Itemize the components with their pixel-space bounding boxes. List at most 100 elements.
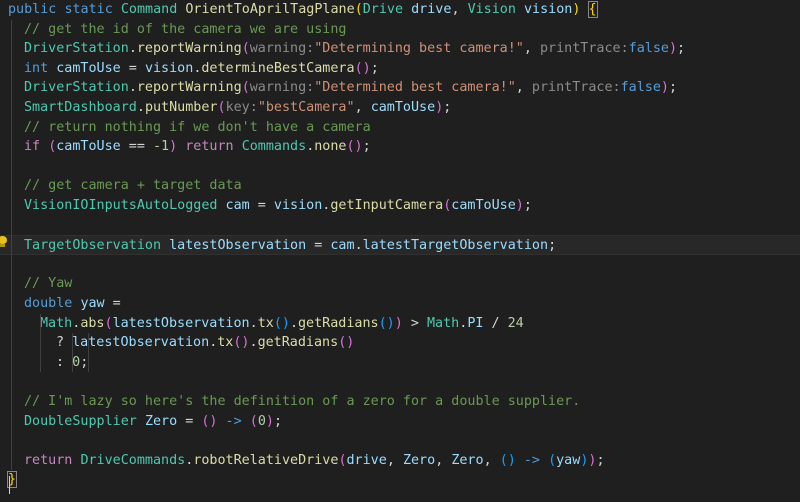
code-token: Commands [241,139,307,155]
code-token: yaw [80,296,105,311]
code-line-text: Math.abs(latestObservation.tx().getRadia… [40,314,524,334]
code-token: -> [217,413,250,429]
code-line[interactable]: DriverStation.reportWarning(warning:"Det… [0,39,800,59]
code-line[interactable]: // return nothing if we don't have a cam… [0,118,800,138]
code-token: ) [394,315,403,331]
code-line[interactable]: // Yaw [0,274,800,294]
code-token: ( [354,2,363,17]
code-token: robotRelativeDrive [193,452,339,468]
code-token: reportWarning [136,41,242,57]
code-line[interactable]: DoubleSupplier Zero = () -> (0); [0,412,800,432]
code-line-text: DriverStation.reportWarning(warning:"Det… [24,39,685,59]
code-line[interactable] [0,431,800,451]
code-line[interactable]: ? latestObservation.tx().getRadians() [0,333,800,353]
code-token: TargetObservation [24,238,170,254]
code-token: ) [660,80,669,96]
indent-guide [72,333,73,373]
code-line[interactable]: VisionIOInputsAutoLogged cam = vision.ge… [0,196,800,216]
code-token: tx [257,315,274,331]
code-token: 0 [72,354,81,370]
code-line[interactable]: public static Command OrientToAprilTagPl… [0,0,800,20]
code-token: ( [548,452,557,468]
code-token: drive [346,452,387,468]
code-token: . [354,238,363,254]
code-editor[interactable]: public static Command OrientToAprilTagPl… [0,0,800,502]
code-line[interactable]: int camToUse = vision.determineBestCamer… [0,59,800,79]
code-line[interactable]: // I'm lazy so here's the definition of … [0,392,800,412]
code-token: OrientToAprilTagPlane [185,2,355,17]
code-line-text: ? latestObservation.tx().getRadians() [56,333,354,353]
code-line[interactable] [0,216,800,236]
code-line-text: return DriveCommands.robotRelativeDrive(… [24,451,605,471]
code-token: : [56,354,73,370]
code-line-text: VisionIOInputsAutoLogged cam = vision.ge… [24,196,532,216]
code-line[interactable]: double yaw = [0,294,800,314]
code-token: = [177,413,202,429]
code-token: ) [515,198,524,213]
code-token: SmartDashboard [24,100,137,115]
code-token: warning: [249,41,315,57]
lightbulb-icon[interactable] [0,236,7,247]
code-token: latestObservation [169,238,307,254]
code-token: drive [411,2,452,17]
code-token: , [386,452,403,468]
code-line[interactable]: // get camera + target data [0,176,800,196]
code-token: // get the id of the camera we are using [24,21,347,37]
code-token: () [273,315,290,331]
code-token: ? [56,335,73,351]
code-token: VisionIOInputsAutoLogged [24,198,226,213]
code-token: . [128,80,137,96]
code-token: PI [467,315,484,331]
code-token: = [120,60,145,76]
code-token: reportWarning [136,80,242,96]
code-token: -1 [153,139,170,155]
code-line-text: // return nothing if we don't have a cam… [24,118,371,138]
code-line[interactable] [0,255,800,275]
code-token: = [249,198,274,213]
code-token: Drive [362,2,412,17]
code-token: / [483,315,508,331]
code-token: () [354,60,371,76]
code-token: latestObservation [72,335,210,351]
code-line-text: // get camera + target data [24,176,242,196]
code-token: () [499,452,516,468]
code-line-text: TargetObservation latestObservation = ca… [24,236,556,256]
code-line[interactable]: DriverStation.reportWarning(warning:"Det… [0,78,800,98]
code-token: . [128,41,137,57]
code-line[interactable] [0,157,800,177]
code-token: ; [668,80,678,96]
code-token: ; [362,139,371,155]
code-token: , [483,452,500,468]
code-line[interactable]: Math.abs(latestObservation.tx().getRadia… [0,314,800,334]
code-token: latestTargetObservation [362,238,549,254]
code-token: ; [596,452,605,468]
code-token: return [185,139,242,155]
code-token: ( [241,41,250,57]
code-line[interactable]: SmartDashboard.putNumber(key:"bestCamera… [0,98,800,118]
code-line[interactable]: TargetObservation latestObservation = ca… [0,235,800,255]
code-token: ( [338,452,347,468]
code-line-text: int camToUse = vision.determineBestCamer… [24,59,379,79]
code-token: int [24,60,57,76]
code-line[interactable]: } [0,470,800,490]
code-token: () [346,139,363,155]
code-token: ) [668,41,678,57]
code-line[interactable]: return DriveCommands.robotRelativeDrive(… [0,451,800,471]
code-token: determineBestCamera [201,60,355,76]
code-line[interactable]: : 0; [0,353,800,373]
code-token: cam [330,238,355,254]
code-token: ) [169,139,178,155]
code-token: getRadians [298,315,379,331]
code-token: printTrace: [531,80,621,96]
code-token: "Determined best camera!" [314,80,516,96]
lightbulb-base [0,244,5,247]
code-token: () [233,335,250,351]
code-line[interactable]: if (camToUse == -1) return Commands.none… [0,137,800,157]
code-token: ; [523,198,532,213]
code-line-text: public static Command OrientToAprilTagPl… [8,0,598,20]
code-line[interactable]: // get the id of the camera we are using [0,20,800,40]
code-line-text: // I'm lazy so here's the definition of … [24,392,580,412]
code-line[interactable] [0,372,800,392]
code-token: vision [273,198,323,213]
